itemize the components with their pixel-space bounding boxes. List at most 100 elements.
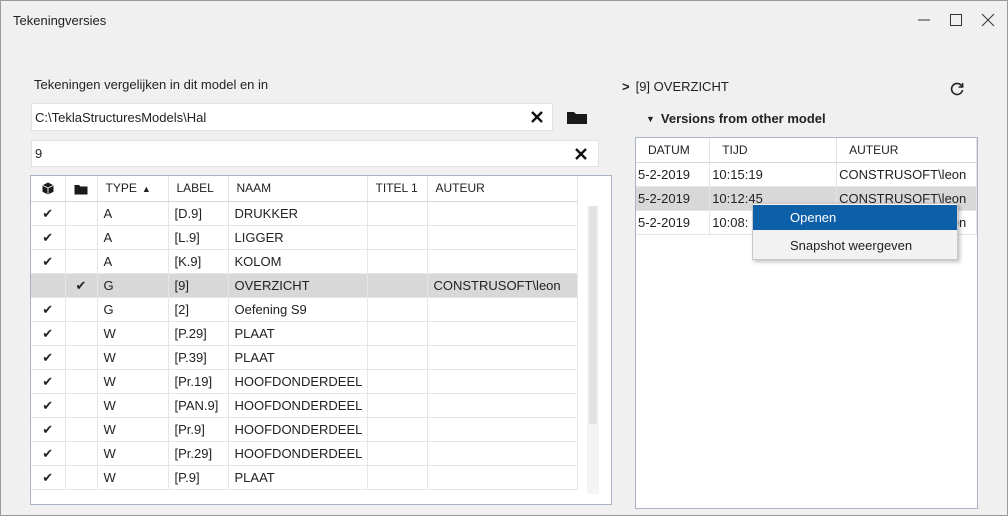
table-row[interactable]: ✔ G [9] OVERZICHT CONSTRUSOFT\leon bbox=[31, 273, 578, 298]
refresh-icon bbox=[950, 82, 964, 96]
clear-path-button[interactable] bbox=[528, 108, 546, 126]
context-menu: Openen Snapshot weergeven bbox=[752, 203, 958, 260]
label-cell: [Pr.19] bbox=[168, 369, 229, 394]
window: Tekeningversies Tekeningen vergelijken i… bbox=[0, 0, 1008, 516]
col-folder-header[interactable] bbox=[65, 176, 98, 202]
versions-header-row: DATUM TIJD AUTEUR bbox=[636, 138, 977, 163]
titel1-cell bbox=[367, 345, 428, 370]
versions-section-header[interactable]: ▼ Versions from other model bbox=[646, 111, 826, 126]
refresh-button[interactable] bbox=[947, 79, 967, 99]
label-cell: [K.9] bbox=[168, 249, 229, 274]
table-row[interactable]: ✔ A [K.9] KOLOM bbox=[31, 249, 578, 274]
col-model-header[interactable] bbox=[31, 176, 66, 202]
maximize-button[interactable] bbox=[943, 8, 969, 32]
naam-cell: HOOFDONDERDEEL bbox=[228, 393, 368, 418]
model-check-cell: ✔ bbox=[31, 201, 66, 226]
auteur-cell bbox=[427, 441, 578, 466]
col-titel1-header[interactable]: TITEL 1 bbox=[367, 176, 428, 202]
browse-folder-button[interactable] bbox=[565, 107, 589, 127]
model-check-cell bbox=[31, 273, 66, 298]
label-cell: [Pr.29] bbox=[168, 441, 229, 466]
table-row[interactable]: ✔ G [2] Oefening S9 bbox=[31, 297, 578, 322]
table-row[interactable]: ✔ W [P.9] PLAAT bbox=[31, 465, 578, 490]
col-type-header[interactable]: TYPE ▲ bbox=[97, 176, 169, 202]
triangle-down-icon: ▼ bbox=[646, 113, 655, 124]
table-row[interactable]: ✔ A [D.9] DRUKKER bbox=[31, 201, 578, 226]
label-cell: [2] bbox=[168, 297, 229, 322]
datum-cell: 5-2-2019 bbox=[636, 210, 711, 235]
titel1-cell bbox=[367, 441, 428, 466]
col-auteur-header[interactable]: AUTEUR bbox=[836, 138, 977, 163]
vertical-scrollbar[interactable] bbox=[587, 206, 599, 494]
cube-icon bbox=[42, 182, 54, 195]
naam-cell: LIGGER bbox=[228, 225, 368, 250]
table-row[interactable]: ✔ W [P.39] PLAAT bbox=[31, 345, 578, 370]
label-cell: [PAN.9] bbox=[168, 393, 229, 418]
drawings-table[interactable]: TYPE ▲ LABEL NAAM TITEL 1 AUTEUR ✔ A [D.9] D… bbox=[30, 175, 612, 505]
window-title: Tekeningversies bbox=[13, 13, 107, 28]
model-check-cell: ✔ bbox=[31, 441, 66, 466]
label-cell: [P.39] bbox=[168, 345, 229, 370]
versions-title: Versions from other model bbox=[660, 111, 826, 126]
label-cell: [L.9] bbox=[168, 225, 229, 250]
auteur-cell bbox=[427, 417, 578, 442]
type-cell: W bbox=[97, 369, 169, 394]
filter-field[interactable] bbox=[31, 140, 599, 167]
auteur-cell bbox=[427, 225, 578, 250]
table-row[interactable]: ✔ W [PAN.9] HOOFDONDERDEEL bbox=[31, 393, 578, 418]
menu-item-snapshot[interactable]: Snapshot weergeven bbox=[753, 233, 957, 258]
clear-icon bbox=[531, 111, 543, 123]
naam-cell: PLAAT bbox=[228, 465, 368, 490]
folder-check-cell bbox=[65, 297, 98, 322]
title-bar[interactable]: Tekeningversies bbox=[1, 1, 1007, 39]
datum-cell: 5-2-2019 bbox=[636, 186, 711, 211]
titel1-cell bbox=[367, 249, 428, 274]
auteur-cell bbox=[427, 321, 578, 346]
close-button[interactable] bbox=[975, 8, 1001, 32]
versions-table[interactable]: DATUM TIJD AUTEUR 5-2-2019 10:15:19 CONSTR… bbox=[635, 137, 978, 509]
minimize-icon bbox=[918, 19, 930, 21]
label-cell: [9] bbox=[168, 273, 229, 298]
col-tijd-header[interactable]: TIJD bbox=[709, 138, 838, 163]
auteur-cell bbox=[427, 465, 578, 490]
version-row[interactable]: 5-2-2019 10:15:19 CONSTRUSOFT\leon bbox=[636, 162, 977, 187]
scrollbar-thumb[interactable] bbox=[589, 206, 597, 424]
table-row[interactable]: ✔ A [L.9] LIGGER bbox=[31, 225, 578, 250]
menu-item-open[interactable]: Openen bbox=[753, 205, 957, 230]
minimize-button[interactable] bbox=[911, 8, 937, 32]
auteur-cell bbox=[427, 297, 578, 322]
label-cell: [D.9] bbox=[168, 201, 229, 226]
type-cell: W bbox=[97, 465, 169, 490]
col-label-header[interactable]: LABEL bbox=[168, 176, 229, 202]
model-check-cell: ✔ bbox=[31, 225, 66, 250]
filter-input[interactable] bbox=[32, 141, 552, 166]
model-path-field[interactable] bbox=[31, 103, 553, 131]
naam-cell: KOLOM bbox=[228, 249, 368, 274]
col-naam-header[interactable]: NAAM bbox=[228, 176, 368, 202]
folder-icon bbox=[74, 184, 88, 195]
naam-cell: DRUKKER bbox=[228, 201, 368, 226]
close-icon bbox=[981, 13, 995, 27]
col-datum-header[interactable]: DATUM bbox=[636, 138, 711, 163]
table-row[interactable]: ✔ W [Pr.29] HOOFDONDERDEEL bbox=[31, 441, 578, 466]
naam-cell: OVERZICHT bbox=[228, 273, 368, 298]
model-check-cell: ✔ bbox=[31, 297, 66, 322]
naam-cell: HOOFDONDERDEEL bbox=[228, 417, 368, 442]
col-auteur-header[interactable]: AUTEUR bbox=[427, 176, 578, 202]
label-cell: [P.29] bbox=[168, 321, 229, 346]
table-row[interactable]: ✔ W [Pr.9] HOOFDONDERDEEL bbox=[31, 417, 578, 442]
folder-icon bbox=[567, 112, 587, 124]
model-path-input[interactable] bbox=[32, 104, 512, 130]
table-header-row: TYPE ▲ LABEL NAAM TITEL 1 AUTEUR bbox=[31, 176, 578, 202]
table-row[interactable]: ✔ W [Pr.19] HOOFDONDERDEEL bbox=[31, 369, 578, 394]
folder-check-cell bbox=[65, 417, 98, 442]
table-row[interactable]: ✔ W [P.29] PLAAT bbox=[31, 321, 578, 346]
drawing-header[interactable]: > [9] OVERZICHT bbox=[622, 79, 729, 94]
clear-filter-button[interactable] bbox=[572, 145, 590, 163]
folder-check-cell bbox=[65, 321, 98, 346]
auteur-cell bbox=[427, 249, 578, 274]
model-check-cell: ✔ bbox=[31, 393, 66, 418]
folder-check-cell bbox=[65, 201, 98, 226]
titel1-cell bbox=[367, 225, 428, 250]
auteur-cell: CONSTRUSOFT\leon bbox=[836, 162, 977, 187]
